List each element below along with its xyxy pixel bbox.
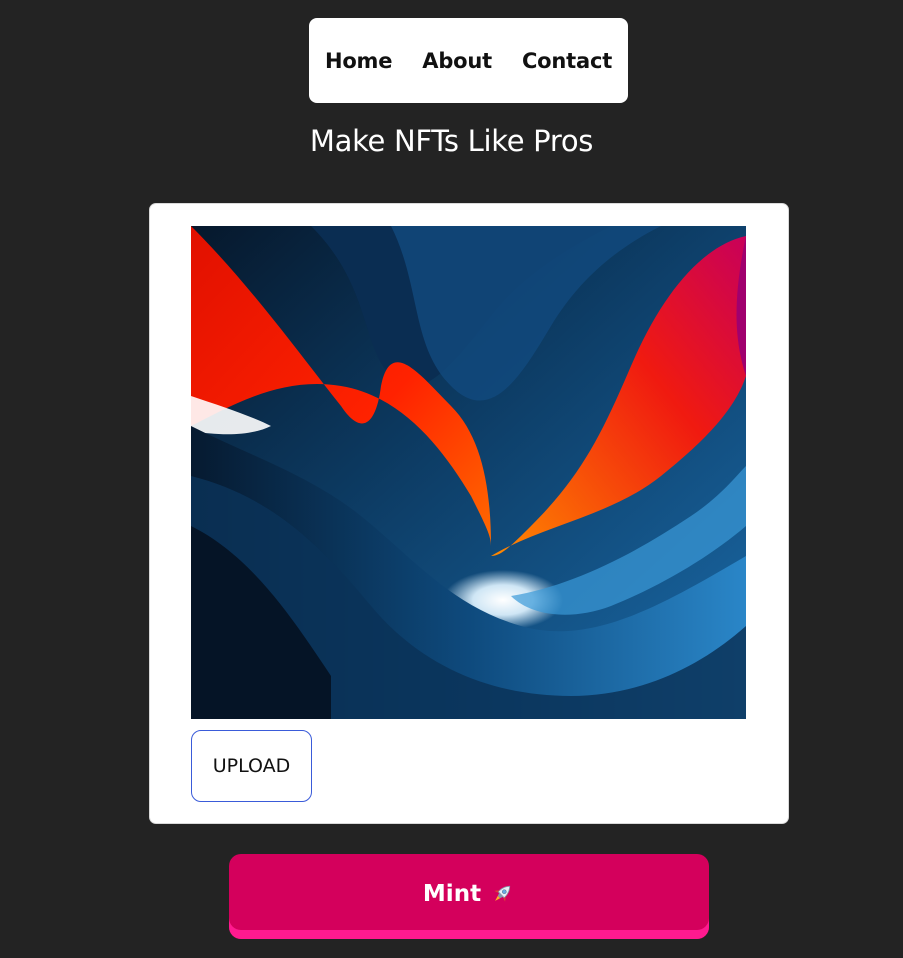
- nav-home-link[interactable]: Home: [325, 49, 393, 73]
- mint-button-label: Mint: [422, 880, 482, 907]
- nav-about-link[interactable]: About: [422, 49, 492, 73]
- page-headline: Make NFTs Like Pros: [309, 124, 594, 158]
- rocket-icon: [494, 885, 511, 902]
- upload-card: UPLOAD: [149, 203, 789, 824]
- upload-button[interactable]: UPLOAD: [191, 730, 312, 802]
- top-navigation: Home About Contact: [309, 18, 628, 103]
- nav-contact-link[interactable]: Contact: [522, 49, 612, 73]
- nft-preview-image: [191, 226, 746, 719]
- mint-button[interactable]: Mint: [229, 854, 709, 939]
